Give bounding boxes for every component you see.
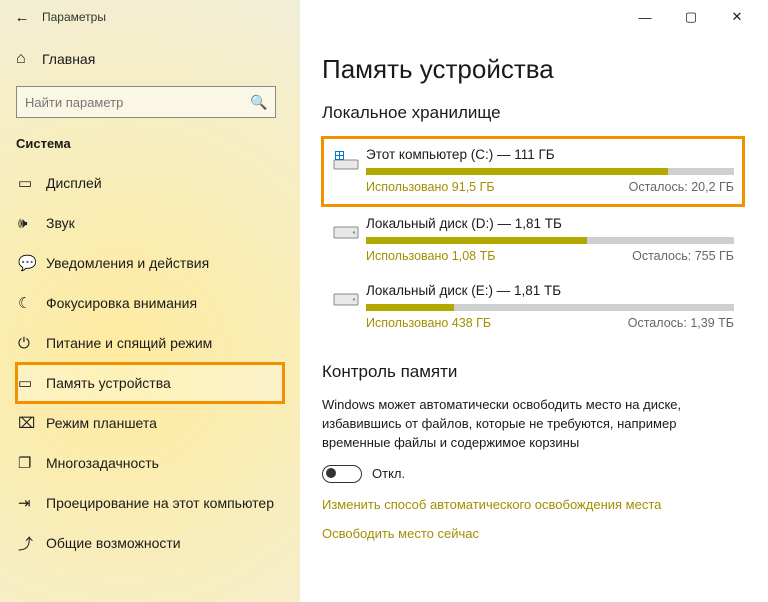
disk-usage-bar: [366, 304, 734, 311]
disk-used: Использовано 1,08 ТБ: [366, 249, 495, 263]
nav-list: ▭Дисплей🕪Звук💬Уведомления и действия☾Фок…: [16, 163, 284, 563]
storage-sense-toggle[interactable]: [322, 465, 362, 483]
nav-item-label: Проецирование на этот компьютер: [46, 495, 274, 511]
nav-item-label: Общие возможности: [46, 535, 181, 551]
disk-body: Этот компьютер (C:) — 111 ГБ Использовано…: [366, 147, 738, 194]
disk-usage-row: Использовано 1,08 ТБ Осталось: 755 ГБ: [366, 249, 734, 263]
back-button[interactable]: ←: [8, 3, 36, 31]
nav-item-project[interactable]: ⇥Проецирование на этот компьютер: [16, 483, 284, 523]
disk-list: Этот компьютер (C:) — 111 ГБ Использовано…: [322, 137, 744, 340]
home-icon: ⌂: [16, 50, 42, 68]
settings-window: ← Параметры — ▢ ✕ ⌂ Главная 🔍 Система ▭Д…: [0, 0, 768, 602]
category-title: Система: [16, 136, 284, 151]
nav-item-tablet[interactable]: ⌧Режим планшета: [16, 403, 284, 443]
power-icon: ⏻: [18, 335, 46, 352]
content: Память устройства Локальное хранилище Эт…: [300, 34, 768, 602]
tablet-icon: ⌧: [18, 414, 46, 432]
disk-used: Использовано 438 ГБ: [366, 316, 491, 330]
search-input[interactable]: [17, 95, 243, 110]
nav-item-display[interactable]: ▭Дисплей: [16, 163, 284, 203]
titlebar: ← Параметры — ▢ ✕: [0, 0, 768, 34]
nav-item-sound[interactable]: 🕪Звук: [16, 203, 284, 243]
local-storage-title: Локальное хранилище: [322, 103, 744, 123]
nav-item-focus[interactable]: ☾Фокусировка внимания: [16, 283, 284, 323]
disk-item[interactable]: Локальный диск (D:) — 1,81 ТБ Использован…: [322, 208, 744, 273]
nav-item-label: Питание и спящий режим: [46, 335, 212, 351]
disk-item[interactable]: Локальный диск (E:) — 1,81 ТБ Использован…: [322, 275, 744, 340]
disk-usage-bar: [366, 237, 734, 244]
project-icon: ⇥: [18, 494, 46, 512]
storage-sense-toggle-row: Откл.: [322, 465, 744, 483]
shared-icon: ⤴: [18, 533, 46, 554]
nav-item-multi[interactable]: ❐Многозадачность: [16, 443, 284, 483]
disk-title: Этот компьютер (C:) — 111 ГБ: [366, 147, 734, 162]
disk-used: Использовано 91,5 ГБ: [366, 180, 495, 194]
nav-item-label: Фокусировка внимания: [46, 295, 197, 311]
page-title: Память устройства: [322, 54, 744, 85]
disk-free: Осталось: 1,39 ТБ: [628, 316, 734, 330]
nav-item-label: Многозадачность: [46, 455, 159, 471]
free-now-link[interactable]: Освободить место сейчас: [322, 526, 744, 541]
search-box[interactable]: 🔍: [16, 86, 276, 118]
sound-icon: 🕪: [18, 215, 46, 232]
nav-item-shared[interactable]: ⤴Общие возможности: [16, 523, 284, 563]
window-title: Параметры: [42, 10, 106, 24]
window-controls: — ▢ ✕: [622, 1, 760, 33]
search-icon: 🔍: [243, 94, 275, 111]
nav-item-label: Память устройства: [46, 375, 171, 391]
disk-title: Локальный диск (E:) — 1,81 ТБ: [366, 283, 734, 298]
home-button[interactable]: ⌂ Главная: [16, 40, 284, 78]
change-auto-free-link[interactable]: Изменить способ автоматического освобожд…: [322, 497, 744, 512]
nav-item-storage[interactable]: ▭Память устройства: [16, 363, 284, 403]
minimize-button[interactable]: —: [622, 1, 668, 33]
disk-usage-bar: [366, 168, 734, 175]
disk-item[interactable]: Этот компьютер (C:) — 111 ГБ Использовано…: [322, 137, 744, 206]
disk-free: Осталось: 755 ГБ: [632, 249, 734, 263]
storage-sense-description: Windows может автоматически освободить м…: [322, 396, 722, 453]
nav-item-label: Режим планшета: [46, 415, 157, 431]
nav-item-label: Уведомления и действия: [46, 255, 209, 271]
drive-icon: [326, 283, 366, 330]
nav-item-power[interactable]: ⏻Питание и спящий режим: [16, 323, 284, 363]
disk-title: Локальный диск (D:) — 1,81 ТБ: [366, 216, 734, 231]
storage-sense-section: Контроль памяти Windows может автоматиче…: [322, 362, 744, 541]
toggle-label: Откл.: [372, 466, 405, 481]
notify-icon: 💬: [18, 254, 46, 272]
storage-icon: ▭: [18, 374, 46, 392]
drive-icon: [326, 216, 366, 263]
multi-icon: ❐: [18, 454, 46, 472]
nav-item-label: Дисплей: [46, 175, 102, 191]
home-label: Главная: [42, 51, 95, 67]
storage-sense-title: Контроль памяти: [322, 362, 744, 382]
disk-body: Локальный диск (D:) — 1,81 ТБ Использован…: [366, 216, 738, 263]
disk-usage-row: Использовано 438 ГБ Осталось: 1,39 ТБ: [366, 316, 734, 330]
sidebar: ⌂ Главная 🔍 Система ▭Дисплей🕪Звук💬Уведом…: [0, 34, 300, 602]
disk-free: Осталось: 20,2 ГБ: [629, 180, 734, 194]
disk-body: Локальный диск (E:) — 1,81 ТБ Использован…: [366, 283, 738, 330]
window-body: ⌂ Главная 🔍 Система ▭Дисплей🕪Звук💬Уведом…: [0, 34, 768, 602]
focus-icon: ☾: [18, 294, 46, 312]
disk-usage-row: Использовано 91,5 ГБ Осталось: 20,2 ГБ: [366, 180, 734, 194]
close-button[interactable]: ✕: [714, 1, 760, 33]
nav-item-label: Звук: [46, 215, 75, 231]
nav-item-notify[interactable]: 💬Уведомления и действия: [16, 243, 284, 283]
drive-icon: [326, 147, 366, 194]
maximize-button[interactable]: ▢: [668, 1, 714, 33]
display-icon: ▭: [18, 174, 46, 192]
